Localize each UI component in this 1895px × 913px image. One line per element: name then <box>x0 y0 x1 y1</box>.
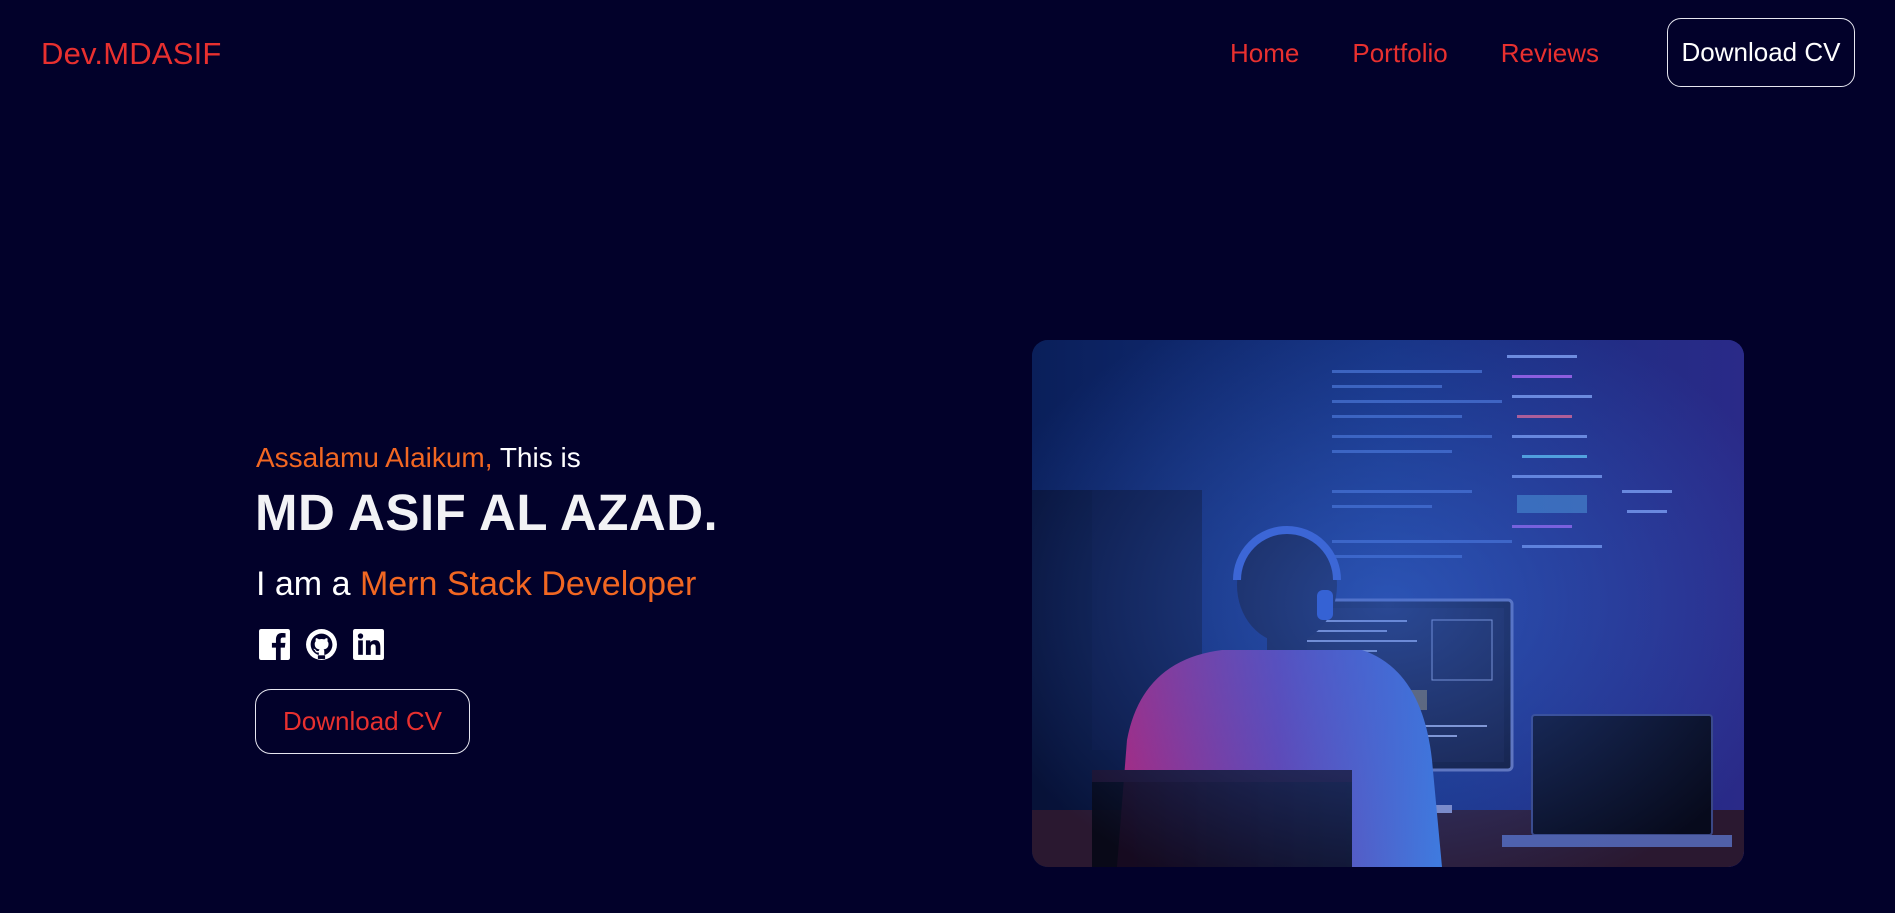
header-download-cv-button[interactable]: Download CV <box>1667 18 1855 87</box>
linkedin-icon <box>353 629 384 660</box>
hero-name: MD ASIF AL AZAD. <box>255 484 719 541</box>
page: Dev.MDASIF Home Portfolio Reviews Downlo… <box>0 0 1895 913</box>
github-link[interactable] <box>305 628 338 661</box>
facebook-link[interactable] <box>258 628 291 661</box>
greeting-accent: Assalamu Alaikum, <box>256 442 493 473</box>
github-icon <box>306 629 337 660</box>
role-prefix: I am a <box>256 565 360 603</box>
greeting-rest: This is <box>492 442 581 473</box>
role-title: Mern Stack Developer <box>359 565 697 603</box>
linkedin-link[interactable] <box>352 628 385 661</box>
facebook-icon <box>259 629 290 660</box>
hero-download-cv-button[interactable]: Download CV <box>255 689 470 754</box>
site-logo[interactable]: Dev.MDASIF <box>41 36 222 72</box>
nav-reviews[interactable]: Reviews <box>1501 38 1599 68</box>
social-links <box>258 628 385 661</box>
hero-developer-photo <box>1032 340 1744 867</box>
developer-at-desk-illustration <box>1032 340 1744 867</box>
main-nav: Home Portfolio Reviews <box>1230 38 1599 68</box>
nav-home[interactable]: Home <box>1230 38 1299 68</box>
hero-greeting: Assalamu Alaikum, This is <box>256 442 581 474</box>
nav-portfolio[interactable]: Portfolio <box>1352 38 1447 68</box>
hero-role: I am a Mern Stack Developer <box>256 565 696 604</box>
